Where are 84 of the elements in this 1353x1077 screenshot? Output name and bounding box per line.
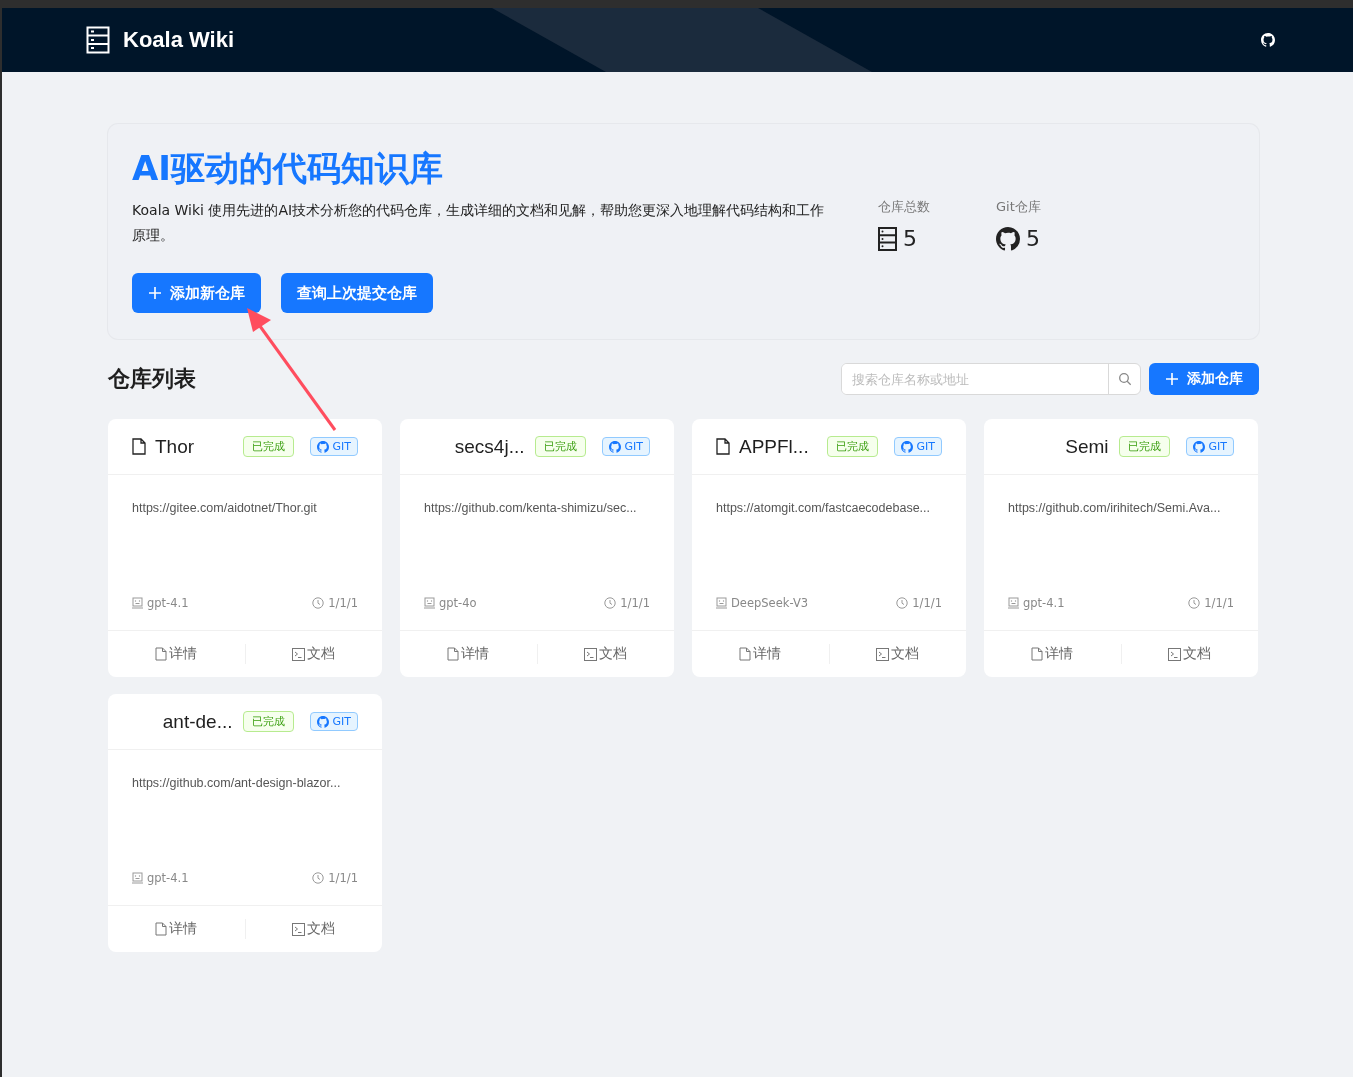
stat-label: Git仓库 (996, 198, 1041, 216)
model-name: gpt-4.1 (147, 871, 189, 885)
card-action-button[interactable]: 详情 (108, 919, 245, 939)
robot-icon (132, 597, 143, 609)
repo-name[interactable]: APPFl... (739, 435, 809, 458)
repo-url: https://github.com/kenta-shimizu/sec... (424, 501, 638, 515)
repo-url: https://github.com/irihitech/Semi.Ava... (1008, 501, 1222, 515)
terminal-icon (292, 647, 306, 661)
github-icon (316, 440, 329, 453)
plus-icon (1165, 372, 1179, 386)
github-icon (608, 440, 621, 453)
model-name: gpt-4.1 (147, 596, 189, 610)
date-text: 1/1/1 (328, 596, 358, 610)
hero-title: AI驱动的代码知识库 (132, 147, 444, 190)
file-icon (447, 647, 460, 661)
section-title: 仓库列表 (108, 365, 196, 393)
server-icon (86, 26, 110, 54)
card-action-button[interactable]: 详情 (108, 644, 245, 664)
status-tag: 已完成 (534, 436, 586, 457)
card-action-button[interactable]: 文档 (1120, 644, 1258, 664)
status-tag: 已完成 (242, 436, 294, 457)
app-title: Koala Wiki (123, 27, 235, 53)
git-tag: GIT (893, 437, 942, 456)
repo-name[interactable]: Thor (155, 435, 195, 458)
date-text: 1/1/1 (328, 871, 358, 885)
robot-icon (132, 872, 143, 884)
terminal-icon (584, 647, 598, 661)
github-icon (996, 226, 1020, 251)
git-tag: GIT (1185, 437, 1234, 456)
primary-button[interactable]: 添加新仓库 (132, 273, 261, 313)
github-icon (900, 440, 913, 453)
github-icon (316, 715, 329, 728)
card-action-button[interactable]: 详情 (400, 644, 537, 664)
model-name: gpt-4o (439, 596, 477, 610)
search-field[interactable]: 搜索仓库名称或地址 (841, 363, 1141, 395)
hero-description: Koala Wiki 使用先进的AI技术分析您的代码仓库，生成详细的文档和见解，帮助您更深入地理解代码结构和工作原理。 (132, 201, 826, 245)
terminal-icon (292, 922, 306, 936)
status-tag: 已完成 (1118, 436, 1170, 457)
stat-value: 5 (1026, 226, 1040, 251)
add-repo-button[interactable]: 添加仓库 (1149, 363, 1259, 395)
plus-icon (148, 286, 162, 300)
robot-icon (716, 597, 727, 609)
card-action-button[interactable]: 文档 (536, 644, 674, 664)
repo-url: https://gitee.com/aidotnet/Thor.git (132, 501, 318, 515)
clock-icon (312, 872, 325, 884)
repo-name[interactable]: ant-de... (162, 710, 233, 733)
status-tag: 已完成 (242, 711, 294, 732)
file-icon (155, 922, 168, 936)
date-text: 1/1/1 (912, 596, 942, 610)
model-name: DeepSeek-V3 (731, 596, 809, 610)
file-icon (739, 647, 752, 661)
status-tag: 已完成 (826, 436, 878, 457)
model-name: gpt-4.1 (1023, 596, 1065, 610)
date-text: 1/1/1 (1204, 596, 1234, 610)
primary-button[interactable]: 查询上次提交仓库 (281, 273, 433, 313)
search-icon (1117, 372, 1132, 386)
github-icon (1192, 440, 1205, 453)
robot-icon (424, 597, 435, 609)
file-icon (155, 647, 168, 661)
git-tag: GIT (601, 437, 650, 456)
repo-name[interactable]: Semi (1065, 435, 1109, 458)
card-action-button[interactable]: 文档 (244, 644, 382, 664)
repo-url: https://github.com/ant-design-blazor... (132, 776, 342, 790)
terminal-icon (1168, 647, 1182, 661)
repo-url: https://atomgit.com/fastcaecodebase... (716, 501, 931, 515)
git-tag: GIT (309, 437, 358, 456)
card-action-button[interactable]: 文档 (828, 644, 966, 664)
stat-value: 5 (903, 226, 917, 251)
card-action-button[interactable]: 文档 (244, 919, 382, 939)
stat-label: 仓库总数 (878, 198, 930, 216)
card-action-button[interactable]: 详情 (692, 644, 829, 664)
server-icon (878, 226, 897, 251)
terminal-icon (876, 647, 890, 661)
github-icon[interactable] (1261, 33, 1275, 47)
clock-icon (1188, 597, 1201, 609)
clock-icon (896, 597, 909, 609)
card-action-button[interactable]: 详情 (984, 644, 1121, 664)
robot-icon (1008, 597, 1019, 609)
git-tag: GIT (309, 712, 358, 731)
clock-icon (312, 597, 325, 609)
clock-icon (604, 597, 617, 609)
date-text: 1/1/1 (620, 596, 650, 610)
file-icon (1031, 647, 1044, 661)
repo-name[interactable]: secs4j... (454, 435, 525, 458)
